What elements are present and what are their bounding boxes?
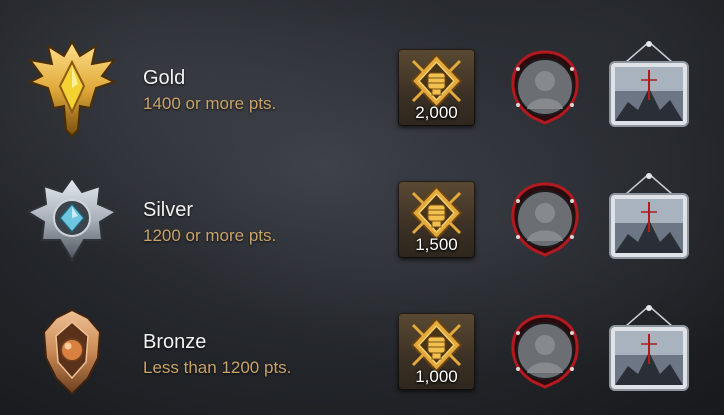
currency-reward[interactable]: 1,500 [398, 181, 475, 258]
currency-reward[interactable]: 1,000 [398, 313, 475, 390]
tier-requirement: 1200 or more pts. [143, 226, 277, 245]
gold-rank-emblem-icon [27, 39, 117, 138]
backdrop-card-icon[interactable] [608, 304, 690, 392]
currency-reward[interactable]: 2,000 [398, 49, 475, 126]
reward-amount: 1,500 [415, 235, 458, 254]
fist-medal-icon [410, 185, 463, 241]
fist-medal-icon [410, 317, 463, 373]
tier-name: Gold [143, 67, 186, 89]
portrait-frame-icon[interactable] [510, 181, 580, 257]
reward-amount: 2,000 [415, 103, 458, 122]
tier-row-silver: Silver 1200 or more pts. 1,500 [0, 160, 724, 280]
portrait-frame-icon[interactable] [510, 313, 580, 389]
portrait-frame-icon[interactable] [510, 49, 580, 125]
reward-amount: 1,000 [415, 367, 458, 386]
tier-requirement: Less than 1200 pts. [143, 358, 292, 377]
fist-medal-icon [410, 53, 463, 109]
tier-row-bronze: Bronze Less than 1200 pts. 1,000 [0, 292, 724, 412]
tier-name: Bronze [143, 331, 207, 353]
tier-requirement: 1400 or more pts. [143, 94, 277, 113]
silver-rank-emblem-icon [25, 176, 119, 262]
backdrop-card-icon[interactable] [608, 172, 690, 260]
tier-row-gold: Gold 1400 or more pts. 2,000 [0, 28, 724, 148]
backdrop-card-icon[interactable] [608, 40, 690, 128]
tier-name: Silver [143, 199, 194, 221]
bronze-rank-emblem-icon [42, 308, 102, 396]
